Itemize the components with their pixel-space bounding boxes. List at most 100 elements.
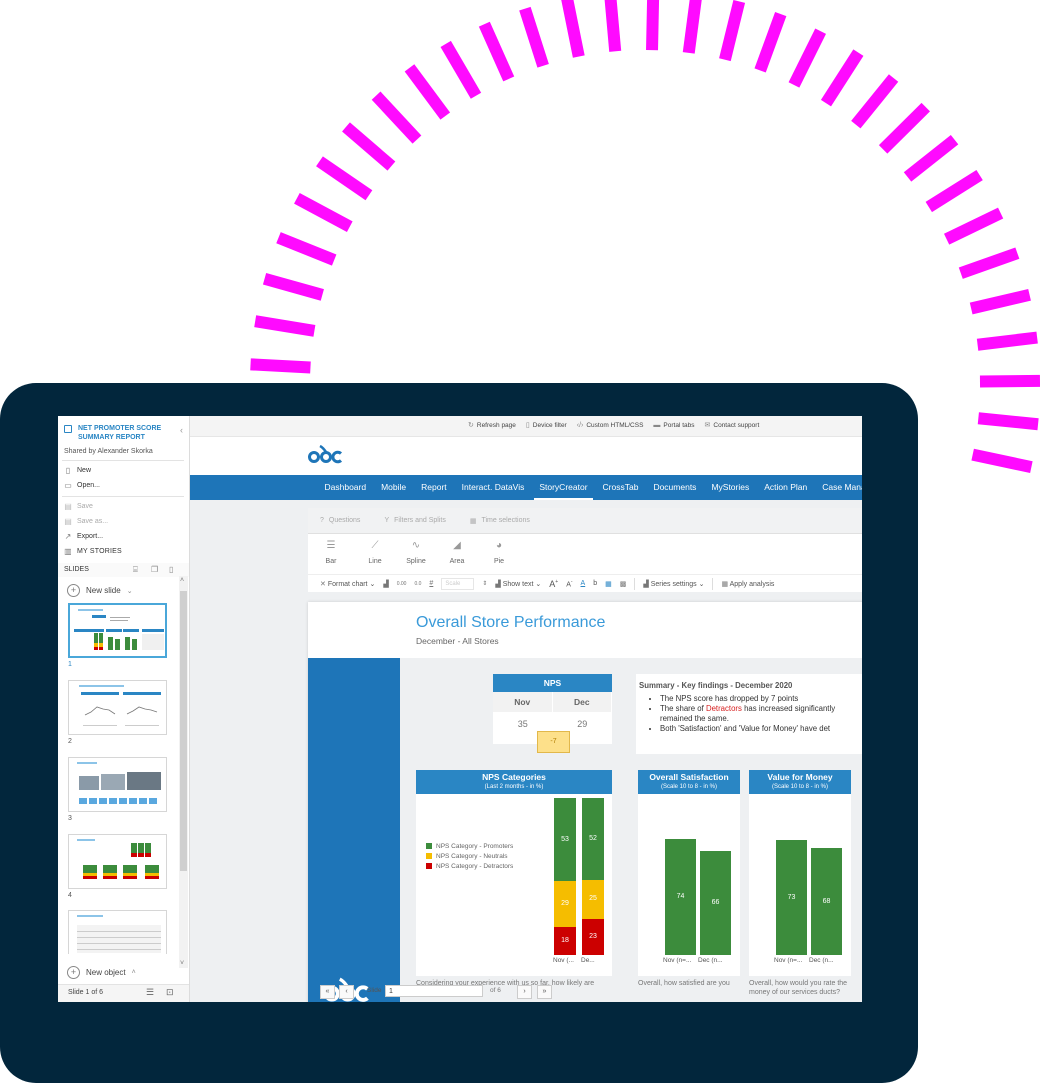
- abc-logo[interactable]: [308, 445, 346, 465]
- chart-style-icon[interactable]: ▟: [383, 580, 388, 588]
- arc-dash: [262, 272, 324, 301]
- slide-subtitle[interactable]: December - All Stores: [416, 636, 499, 646]
- value-for-money-chart[interactable]: Value for Money (Scale 10 to 8 - in %) 7…: [749, 770, 851, 976]
- plus-icon: +: [67, 966, 80, 979]
- last-slide-button[interactable]: »: [537, 985, 552, 999]
- chart-type-spline[interactable]: ∿ Spline: [401, 538, 431, 565]
- series-settings-button[interactable]: ▟ Series settings ⌄: [643, 580, 704, 588]
- first-slide-button[interactable]: «: [320, 985, 335, 999]
- font-color-icon[interactable]: A: [581, 580, 586, 587]
- scroll-up-icon[interactable]: ˄: [180, 577, 184, 584]
- collapse-panel-icon[interactable]: ‹: [180, 425, 183, 435]
- bar-data-label: 68: [822, 897, 831, 905]
- chart-type-bar[interactable]: ☰ Bar: [316, 538, 346, 565]
- presentation-icon[interactable]: ⊡: [166, 987, 174, 998]
- portal-tabs-link[interactable]: ▬ Portal tabs: [653, 421, 694, 429]
- nav-tab-mystories[interactable]: MyStories: [704, 475, 757, 500]
- questions-button[interactable]: ? Questions: [320, 517, 360, 524]
- arc-dash: [977, 412, 1039, 431]
- custom-html-css-link[interactable]: ‹/› Custom HTML/CSS: [577, 421, 644, 429]
- scroll-down-icon[interactable]: ˅: [180, 960, 184, 967]
- menu-export[interactable]: ↗ Export...: [64, 532, 103, 541]
- chart-table-icon[interactable]: ▩: [620, 580, 627, 588]
- bar-data-label: 23: [589, 932, 597, 940]
- slide-number: 4: [68, 892, 72, 899]
- summary-textbox[interactable]: Summary - Key findings - December 2020 T…: [636, 674, 862, 754]
- show-text-button[interactable]: ▟ Show text ⌄: [495, 580, 541, 588]
- report-title[interactable]: NET PROMOTER SCORE SUMMARY REPORT: [64, 424, 193, 442]
- format-chart-button[interactable]: ✕ Format chart ⌄: [320, 580, 375, 588]
- delete-slide-icon[interactable]: ▯: [169, 565, 173, 574]
- menu-save[interactable]: ▤ Save: [64, 502, 93, 511]
- slide-thumbnail-1[interactable]: [68, 603, 167, 658]
- nav-tab-interact-datavis[interactable]: Interact. DataVis: [454, 475, 532, 500]
- slide-thumbnail-4[interactable]: [68, 834, 167, 889]
- scale-stepper[interactable]: ⇕: [482, 580, 487, 587]
- next-slide-button[interactable]: ›: [517, 985, 532, 999]
- nav-tab-documents[interactable]: Documents: [646, 475, 704, 500]
- font-size-increase-icon[interactable]: A+: [549, 579, 558, 589]
- time-selections-button[interactable]: ▦ Time selections: [470, 517, 530, 525]
- slides-header: SLIDES ⌸ ❐ ▯: [58, 563, 189, 577]
- arc-dash: [404, 64, 451, 120]
- increase-decimals-button[interactable]: 0.00: [397, 581, 407, 587]
- scroll-thumb[interactable]: [180, 591, 187, 871]
- menu-save-as[interactable]: ▤ Save as...: [64, 517, 108, 526]
- nav-tab-mobile[interactable]: Mobile: [374, 475, 414, 500]
- apply-analysis-button[interactable]: ▦ Apply analysis: [721, 580, 774, 588]
- arc-dash: [943, 207, 1004, 245]
- slide-thumbnail-5[interactable]: [68, 910, 167, 954]
- settings-sliders-icon[interactable]: ☰: [146, 987, 154, 998]
- decrease-decimals-button[interactable]: 0.0: [414, 581, 421, 587]
- nav-tab-crosstab[interactable]: CrossTab: [595, 475, 646, 500]
- slide-thumbnail-3[interactable]: [68, 757, 167, 812]
- arc-dash: [719, 0, 746, 62]
- summary-heading: Summary - Key findings - December 2020: [639, 681, 793, 690]
- main-nav: Dashboard Mobile Report Interact. DataVis St…: [190, 475, 862, 500]
- slide-thumbnail-2[interactable]: [68, 680, 167, 735]
- number-format-icon[interactable]: #: [429, 580, 433, 587]
- spline-chart-icon: ∿: [411, 540, 421, 551]
- new-object-button[interactable]: + New object ˄: [67, 966, 136, 979]
- nav-tab-report[interactable]: Report: [414, 475, 455, 500]
- mail-icon: ✉: [704, 422, 711, 429]
- scale-input[interactable]: Scale: [441, 577, 475, 590]
- nav-tab-action-plan[interactable]: Action Plan: [757, 475, 815, 500]
- slide-title[interactable]: Overall Store Performance: [416, 614, 605, 632]
- layout-icon[interactable]: ⌸: [133, 565, 138, 575]
- prev-slide-button[interactable]: ‹: [339, 985, 354, 999]
- chart-title: Overall Satisfaction: [649, 772, 729, 782]
- contact-support-link[interactable]: ✉ Contact support: [704, 421, 760, 430]
- slide-canvas: Overall Store Performance December - All…: [308, 602, 862, 1002]
- duplicate-slide-icon[interactable]: ❐: [151, 565, 158, 574]
- nav-tab-case-management[interactable]: Case Management: [815, 475, 862, 500]
- nav-tab-dashboard[interactable]: Dashboard: [317, 475, 374, 500]
- font-size-decrease-icon[interactable]: A-: [566, 579, 572, 588]
- table-icon[interactable]: ▦: [605, 580, 612, 588]
- device-filter-link[interactable]: ▯ Device filter: [525, 421, 567, 430]
- nps-categories-chart[interactable]: NPS Categories (Last 2 months - in %) NP…: [416, 770, 612, 976]
- refresh-page-link[interactable]: ↻ Refresh page: [468, 421, 516, 430]
- chart-type-area[interactable]: ◢ Area: [442, 538, 472, 565]
- menu-my-stories[interactable]: ▥ MY STORIES: [64, 547, 122, 556]
- bold-button[interactable]: b: [593, 580, 597, 587]
- new-slide-button[interactable]: + New slide ⌄: [67, 584, 133, 597]
- filters-splits-button[interactable]: Y Filters and Splits: [384, 517, 445, 524]
- chart-type-pie[interactable]: ◕ Pie: [484, 538, 514, 565]
- arc-dash: [903, 134, 959, 182]
- chart-type-line[interactable]: ⟋ Line: [360, 538, 390, 565]
- menu-new[interactable]: ▯ New: [64, 466, 91, 475]
- menu-open[interactable]: ▭ Open...: [64, 481, 100, 490]
- slides-scrollbar[interactable]: ˄ ˅: [179, 576, 188, 968]
- nav-tab-storycreator[interactable]: StoryCreator: [532, 475, 595, 500]
- x-tick-label: Nov (n=...: [663, 957, 692, 964]
- x-tick-label: Dec (n...: [698, 957, 723, 964]
- question-icon: ?: [320, 517, 324, 524]
- device-icon: ▯: [525, 422, 530, 429]
- summary-bullet: The share of Detractors has increased si…: [660, 704, 835, 714]
- overall-satisfaction-chart[interactable]: Overall Satisfaction (Scale 10 to 8 - in…: [638, 770, 740, 976]
- bar-plot: 74 Nov (n=... 66 Dec (n...: [638, 794, 740, 976]
- slide-number-input[interactable]: 1: [385, 985, 483, 997]
- slide-number: 1: [68, 661, 72, 668]
- bar-data-label: 53: [561, 835, 569, 843]
